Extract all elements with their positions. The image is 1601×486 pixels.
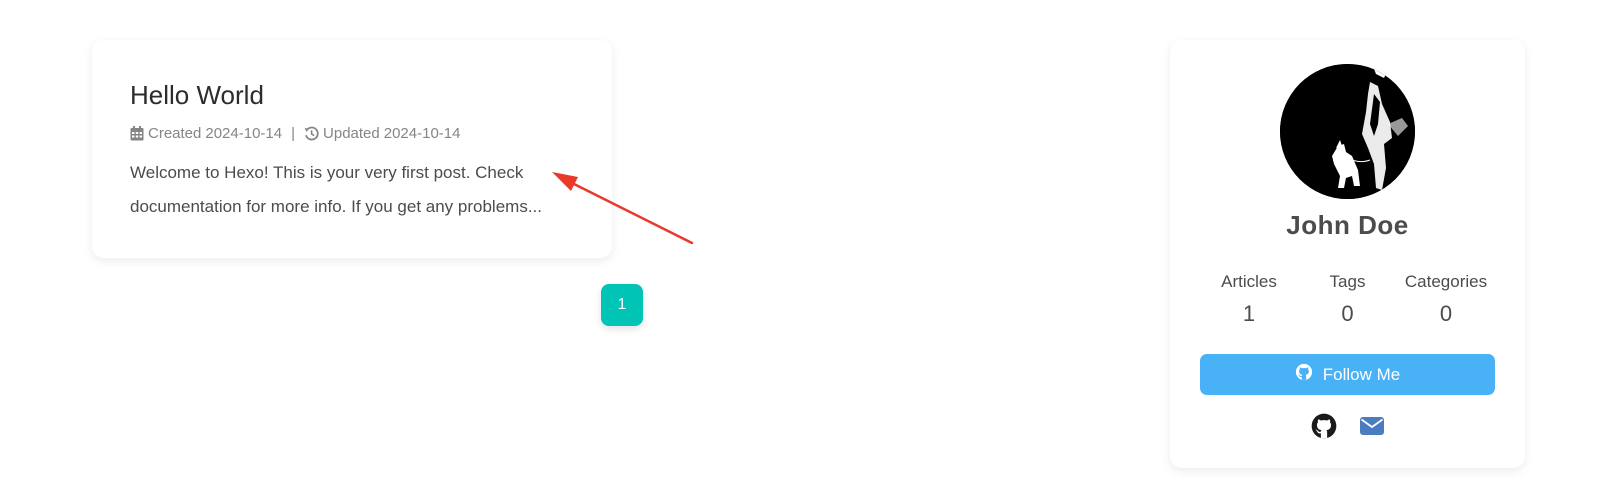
stat-tags[interactable]: Tags 0: [1299, 270, 1397, 328]
updated-label: Updated: [323, 125, 380, 142]
calendar-icon: [130, 126, 144, 141]
follow-me-label: Follow Me: [1322, 364, 1401, 384]
profile-card: John Doe Articles 1 Tags 0 Categories 0: [1170, 40, 1525, 468]
stat-value: 1: [1242, 301, 1256, 326]
created-date: 2024-10-14: [205, 125, 283, 142]
post-excerpt: Welcome to Hexo! This is your very first…: [130, 163, 542, 216]
stat-categories[interactable]: Categories 0: [1397, 270, 1495, 328]
stat-articles[interactable]: Articles 1: [1200, 270, 1298, 328]
stat-label: Categories: [1404, 272, 1488, 291]
post-title[interactable]: Hello World: [130, 78, 574, 112]
stat-value: 0: [1439, 301, 1453, 326]
stat-value: 0: [1341, 301, 1354, 326]
author-name: John Doe: [1286, 210, 1409, 240]
stat-label: Tags: [1329, 272, 1366, 291]
site-stats: Articles 1 Tags 0 Categories 0: [1200, 270, 1495, 328]
history-icon: [304, 126, 319, 141]
updated-date: 2024-10-14: [383, 125, 461, 142]
avatar[interactable]: [1280, 64, 1415, 199]
github-icon: [1295, 363, 1313, 386]
page: Hello World Created 2024-10-14 | Updated…: [0, 0, 1601, 486]
pagination-page-button[interactable]: 1: [601, 284, 643, 326]
social-links: [1170, 413, 1525, 439]
post-meta: Created 2024-10-14 | Updated 2024-10-14: [130, 125, 574, 142]
post-card[interactable]: Hello World Created 2024-10-14 | Updated…: [92, 40, 612, 258]
stat-label: Articles: [1221, 272, 1277, 291]
github-icon[interactable]: [1311, 413, 1337, 439]
meta-separator: |: [291, 125, 296, 142]
envelope-icon[interactable]: [1359, 413, 1385, 439]
created-label: Created: [148, 125, 202, 142]
follow-me-button[interactable]: Follow Me: [1200, 354, 1495, 395]
